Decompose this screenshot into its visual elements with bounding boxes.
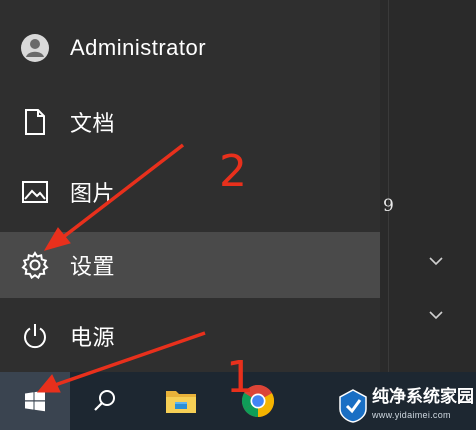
gear-icon — [0, 251, 70, 279]
settings-label: 设置 — [70, 254, 116, 279]
user-account-label: Administrator — [70, 35, 207, 60]
documents-label: 文档 — [70, 111, 116, 136]
annotation-step-2: 2 — [219, 146, 247, 197]
search-icon — [94, 390, 115, 411]
file-explorer-button[interactable] — [150, 372, 212, 430]
windows-start-icon — [25, 390, 45, 412]
watermark: 纯净系统家园 www.yidaimei.com — [338, 384, 476, 428]
tile-number: 9 — [383, 196, 394, 216]
search-button[interactable] — [76, 372, 134, 430]
document-icon — [0, 108, 70, 136]
pictures-label: 图片 — [70, 181, 116, 206]
settings-item[interactable]: 设置 — [0, 232, 380, 298]
documents-item[interactable]: 文档 — [0, 92, 380, 152]
start-button[interactable] — [0, 372, 70, 430]
power-icon — [0, 322, 70, 350]
power-label: 电源 — [70, 325, 116, 350]
watermark-url: www.yidaimei.com — [372, 410, 451, 420]
pictures-item[interactable]: 图片 — [0, 162, 380, 222]
start-menu: Administrator 文档 图片 设置 电源 — [0, 0, 380, 372]
chevron-down-icon[interactable] — [428, 256, 444, 266]
annotation-step-1: 1 — [226, 352, 254, 403]
watermark-text: 纯净系统家园 — [372, 387, 474, 406]
file-explorer-icon — [166, 391, 196, 413]
picture-icon — [0, 180, 70, 204]
power-item[interactable]: 电源 — [0, 306, 380, 366]
user-account-item[interactable]: Administrator — [0, 18, 380, 78]
watermark-logo-icon — [339, 389, 367, 423]
user-avatar-icon — [0, 33, 70, 63]
tiles-divider — [388, 0, 389, 372]
chevron-down-icon[interactable] — [428, 310, 444, 320]
